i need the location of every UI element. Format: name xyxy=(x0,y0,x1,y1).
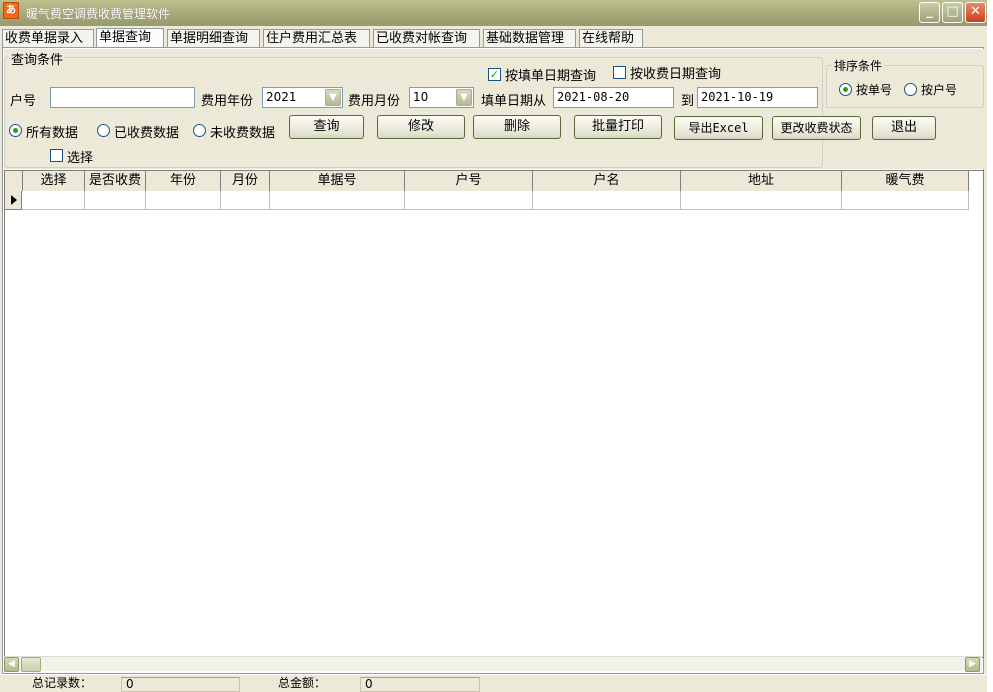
total-amount-value: 0 xyxy=(360,677,480,692)
column-header-select[interactable]: 选择 xyxy=(23,171,85,191)
exit-button[interactable]: 退出 xyxy=(872,116,936,140)
chevron-down-icon[interactable]: ▼ xyxy=(325,89,341,106)
unpaid-data-radio[interactable] xyxy=(193,124,206,137)
tab-bill-detail-query[interactable]: 单据明细查询 xyxy=(167,29,260,48)
current-row-arrow-icon xyxy=(11,195,17,205)
title-bar: あ 暖气费空调费收费管理软件 _ □ ✕ xyxy=(0,0,987,26)
cell-select[interactable] xyxy=(23,191,85,210)
sort-group-title: 排序条件 xyxy=(832,57,885,74)
column-header-household-name[interactable]: 户名 xyxy=(533,171,681,191)
app-window: あ 暖气费空调费收费管理软件 _ □ ✕ 收费单据录入 单据查询 单据明细查询 … xyxy=(0,0,993,692)
total-amount-label: 总金额： xyxy=(278,676,327,690)
date-from-label: 填单日期从 xyxy=(481,94,547,109)
month-label: 费用月份 xyxy=(348,94,401,109)
header-corner xyxy=(5,171,23,191)
minimize-button[interactable]: _ xyxy=(919,2,940,23)
tab-base-data[interactable]: 基础数据管理 xyxy=(483,29,576,48)
sort-by-household-radio[interactable] xyxy=(904,83,917,96)
by-pay-date-checkbox[interactable] xyxy=(613,66,626,79)
row-indicator xyxy=(5,191,22,210)
year-value: 2021 xyxy=(266,90,297,104)
cell-month[interactable] xyxy=(221,191,270,210)
cell-heating-fee[interactable] xyxy=(842,191,969,210)
tab-strip: 收费单据录入 单据查询 单据明细查询 住户费用汇总表 已收费对帐查询 基础数据管… xyxy=(2,28,987,48)
paid-data-radio[interactable] xyxy=(97,124,110,137)
scroll-right-icon[interactable]: ▶ xyxy=(965,657,980,672)
cell-household-name[interactable] xyxy=(533,191,681,210)
scroll-left-icon[interactable]: ◀ xyxy=(4,657,19,672)
total-records-value: 0 xyxy=(121,677,240,692)
select-checkbox[interactable] xyxy=(50,149,63,162)
column-header-paid[interactable]: 是否收费 xyxy=(85,171,146,191)
unpaid-data-label: 未收费数据 xyxy=(210,126,276,141)
query-group-title: 查询条件 xyxy=(9,49,66,68)
household-input[interactable] xyxy=(50,87,195,108)
tab-online-help[interactable]: 在线帮助 xyxy=(579,29,643,48)
tab-fee-entry[interactable]: 收费单据录入 xyxy=(2,29,94,48)
sort-by-household-label: 按户号 xyxy=(921,83,958,97)
date-to-input[interactable]: 2021-10-19 xyxy=(697,87,818,108)
month-value: 10 xyxy=(413,90,429,104)
cell-address[interactable] xyxy=(681,191,842,210)
chevron-down-icon[interactable]: ▼ xyxy=(456,89,472,106)
batch-print-button[interactable]: 批量打印 xyxy=(574,115,662,139)
household-label: 户号 xyxy=(10,94,37,109)
sort-by-bill-radio[interactable] xyxy=(839,83,852,96)
cell-bill-no[interactable] xyxy=(270,191,405,210)
close-button[interactable]: ✕ xyxy=(965,2,986,23)
column-header-bill-no[interactable]: 单据号 xyxy=(270,171,405,191)
column-header-household-no[interactable]: 户号 xyxy=(405,171,533,191)
month-select[interactable]: 10 ▼ xyxy=(409,87,474,108)
export-excel-button[interactable]: 导出Excel xyxy=(674,116,763,140)
select-label: 选择 xyxy=(67,151,94,166)
horizontal-scrollbar[interactable]: ◀ ▶ xyxy=(4,656,982,672)
date-to-label: 到 xyxy=(681,94,695,109)
column-header-heating-fee[interactable]: 暖气费 xyxy=(842,171,969,191)
all-data-label: 所有数据 xyxy=(26,126,79,141)
grid-header: 选择 是否收费 年份 月份 单据号 户号 户名 地址 暖气费 xyxy=(5,171,969,191)
year-label: 费用年份 xyxy=(201,94,254,109)
tab-paid-reconciliation[interactable]: 已收费对帐查询 xyxy=(373,29,480,48)
paid-data-label: 已收费数据 xyxy=(114,126,180,141)
by-fill-date-checkbox[interactable]: ✓ xyxy=(488,68,501,81)
data-grid[interactable]: 选择 是否收费 年份 月份 单据号 户号 户名 地址 暖气费 xyxy=(4,170,984,658)
edit-button[interactable]: 修改 xyxy=(377,115,465,139)
by-fill-date-label: 按填单日期查询 xyxy=(505,69,597,84)
cell-paid[interactable] xyxy=(85,191,146,210)
column-header-year[interactable]: 年份 xyxy=(146,171,221,191)
by-pay-date-label: 按收费日期查询 xyxy=(630,67,722,82)
window-title: 暖气费空调费收费管理软件 xyxy=(26,7,171,21)
table-row[interactable] xyxy=(5,191,969,210)
all-data-radio[interactable] xyxy=(9,124,22,137)
scrollbar-thumb[interactable] xyxy=(21,657,41,672)
tab-bill-query[interactable]: 单据查询 xyxy=(96,28,164,48)
tab-household-summary[interactable]: 住户费用汇总表 xyxy=(263,29,370,48)
cell-year[interactable] xyxy=(146,191,221,210)
change-status-button[interactable]: 更改收费状态 xyxy=(772,116,861,140)
total-records-label: 总记录数： xyxy=(32,676,93,690)
delete-button[interactable]: 删除 xyxy=(473,115,561,139)
date-from-input[interactable]: 2021-08-20 xyxy=(553,87,674,108)
column-header-month[interactable]: 月份 xyxy=(221,171,270,191)
year-select[interactable]: 2021 ▼ xyxy=(262,87,343,108)
query-button[interactable]: 查询 xyxy=(289,115,364,139)
status-bar: 总记录数： 0 总金额： 0 xyxy=(0,674,987,692)
column-header-address[interactable]: 地址 xyxy=(681,171,842,191)
maximize-button[interactable]: □ xyxy=(942,2,963,23)
app-icon: あ xyxy=(3,2,19,19)
cell-household-no[interactable] xyxy=(405,191,533,210)
sort-by-bill-label: 按单号 xyxy=(856,83,893,97)
